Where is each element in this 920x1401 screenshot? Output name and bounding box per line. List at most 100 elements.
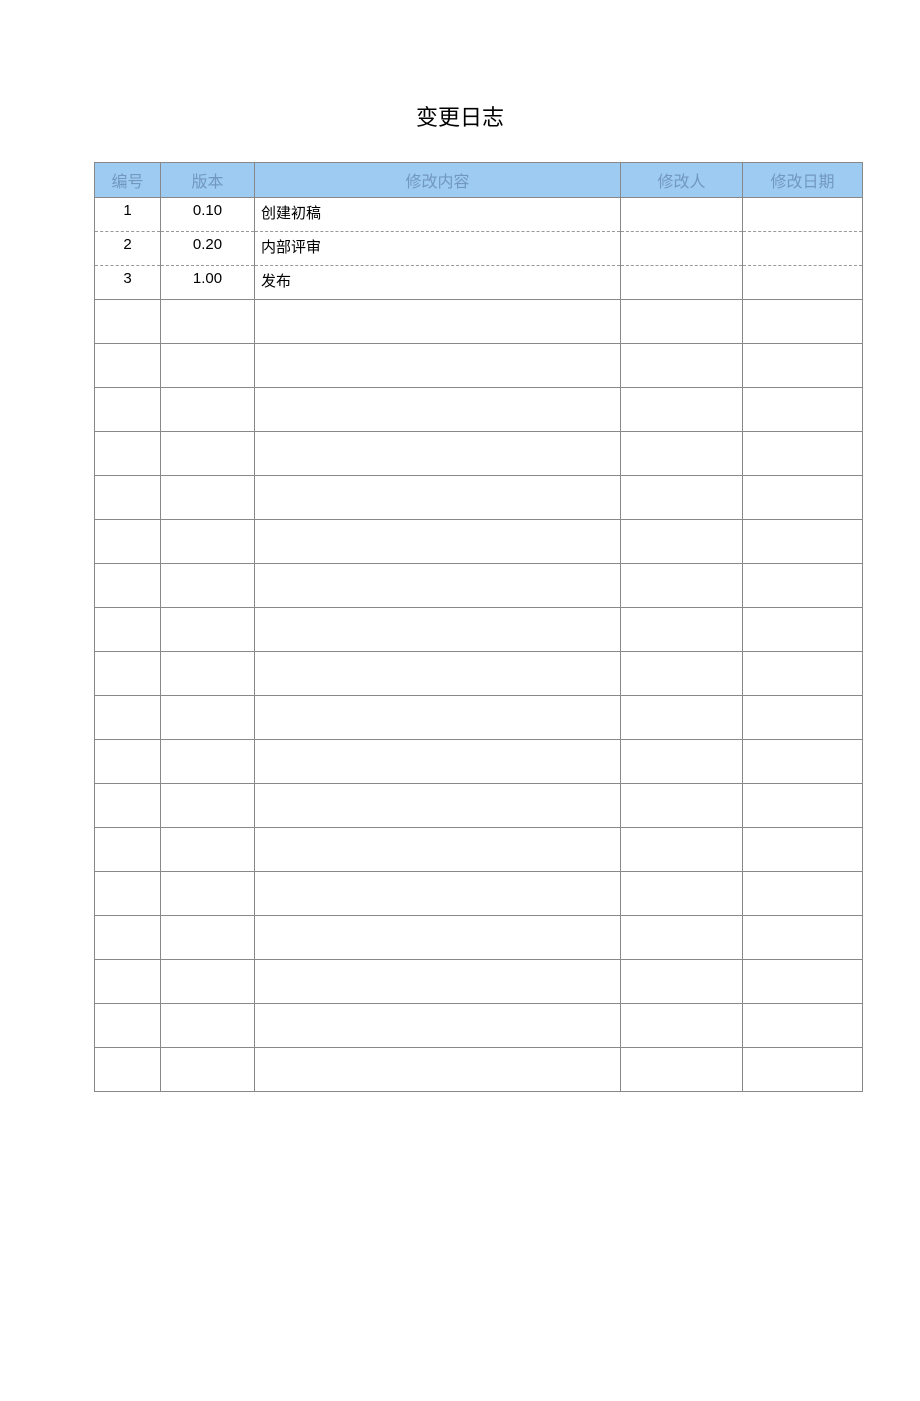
cell-empty (95, 476, 161, 520)
cell-empty (255, 828, 621, 872)
cell-empty (161, 520, 255, 564)
cell-empty (743, 432, 863, 476)
cell-empty (621, 564, 743, 608)
table-row-empty (95, 872, 863, 916)
cell-empty (743, 828, 863, 872)
cell-empty (621, 432, 743, 476)
cell-empty (95, 520, 161, 564)
cell-empty (255, 1048, 621, 1092)
cell-empty (95, 740, 161, 784)
cell-empty (161, 916, 255, 960)
cell-empty (743, 916, 863, 960)
cell-empty (95, 608, 161, 652)
cell-version: 1.00 (161, 266, 255, 300)
cell-empty (255, 960, 621, 1004)
cell-empty (743, 300, 863, 344)
cell-num: 2 (95, 232, 161, 266)
cell-empty (743, 872, 863, 916)
cell-empty (621, 608, 743, 652)
table-row-empty (95, 784, 863, 828)
cell-empty (95, 696, 161, 740)
table-row-empty (95, 608, 863, 652)
cell-empty (161, 476, 255, 520)
cell-version: 0.10 (161, 198, 255, 232)
cell-empty (255, 740, 621, 784)
cell-empty (743, 652, 863, 696)
cell-empty (743, 1048, 863, 1092)
cell-empty (161, 1048, 255, 1092)
cell-empty (161, 388, 255, 432)
cell-empty (95, 828, 161, 872)
cell-empty (255, 696, 621, 740)
cell-empty (95, 784, 161, 828)
cell-date (743, 198, 863, 232)
cell-empty (95, 344, 161, 388)
cell-empty (161, 564, 255, 608)
table-row-empty (95, 916, 863, 960)
table-body: 10.10创建初稿20.20内部评审31.00发布 (95, 198, 863, 1092)
cell-version: 0.20 (161, 232, 255, 266)
cell-empty (621, 344, 743, 388)
cell-empty (621, 520, 743, 564)
cell-empty (255, 388, 621, 432)
cell-empty (255, 872, 621, 916)
cell-empty (255, 608, 621, 652)
table-row-empty (95, 696, 863, 740)
cell-empty (95, 564, 161, 608)
cell-empty (95, 652, 161, 696)
cell-empty (255, 432, 621, 476)
header-num: 编号 (95, 163, 161, 198)
cell-empty (161, 696, 255, 740)
cell-empty (95, 872, 161, 916)
cell-empty (161, 740, 255, 784)
table-row-empty (95, 432, 863, 476)
cell-empty (95, 1004, 161, 1048)
changelog-table: 编号 版本 修改内容 修改人 修改日期 10.10创建初稿20.20内部评审31… (94, 162, 863, 1092)
cell-empty (621, 916, 743, 960)
cell-empty (743, 1004, 863, 1048)
page-title: 变更日志 (0, 100, 920, 132)
cell-empty (621, 652, 743, 696)
cell-author (621, 266, 743, 300)
table-row-empty (95, 1004, 863, 1048)
cell-empty (161, 960, 255, 1004)
cell-num: 3 (95, 266, 161, 300)
cell-empty (743, 740, 863, 784)
cell-empty (161, 652, 255, 696)
cell-empty (161, 872, 255, 916)
cell-empty (743, 564, 863, 608)
cell-date (743, 266, 863, 300)
cell-empty (743, 388, 863, 432)
cell-content: 创建初稿 (255, 198, 621, 232)
cell-empty (255, 784, 621, 828)
cell-empty (621, 388, 743, 432)
cell-empty (743, 520, 863, 564)
cell-content: 内部评审 (255, 232, 621, 266)
table-row-empty (95, 960, 863, 1004)
header-date: 修改日期 (743, 163, 863, 198)
cell-empty (621, 784, 743, 828)
cell-empty (255, 916, 621, 960)
cell-empty (743, 476, 863, 520)
header-content: 修改内容 (255, 163, 621, 198)
cell-empty (161, 344, 255, 388)
cell-empty (95, 916, 161, 960)
cell-empty (255, 652, 621, 696)
cell-empty (95, 300, 161, 344)
cell-content: 发布 (255, 266, 621, 300)
table-row: 10.10创建初稿 (95, 198, 863, 232)
table-header-row: 编号 版本 修改内容 修改人 修改日期 (95, 163, 863, 198)
cell-empty (161, 300, 255, 344)
cell-empty (621, 300, 743, 344)
cell-empty (255, 1004, 621, 1048)
table-row-empty (95, 1048, 863, 1092)
cell-empty (621, 740, 743, 784)
cell-num: 1 (95, 198, 161, 232)
cell-empty (95, 432, 161, 476)
table-row-empty (95, 300, 863, 344)
cell-empty (621, 1048, 743, 1092)
cell-empty (255, 476, 621, 520)
cell-empty (621, 696, 743, 740)
table-row-empty (95, 828, 863, 872)
cell-empty (95, 960, 161, 1004)
